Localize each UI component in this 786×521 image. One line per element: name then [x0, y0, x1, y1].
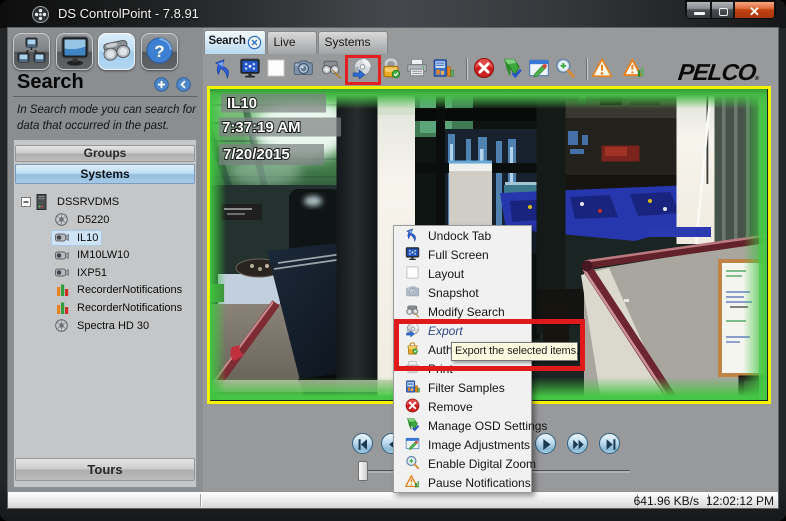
svg-text:IL10: IL10 — [227, 95, 257, 112]
svg-text:7:37:19 AM: 7:37:19 AM — [222, 119, 301, 136]
svg-text:?: ? — [154, 42, 164, 61]
svg-text:7/20/2015: 7/20/2015 — [223, 146, 290, 163]
